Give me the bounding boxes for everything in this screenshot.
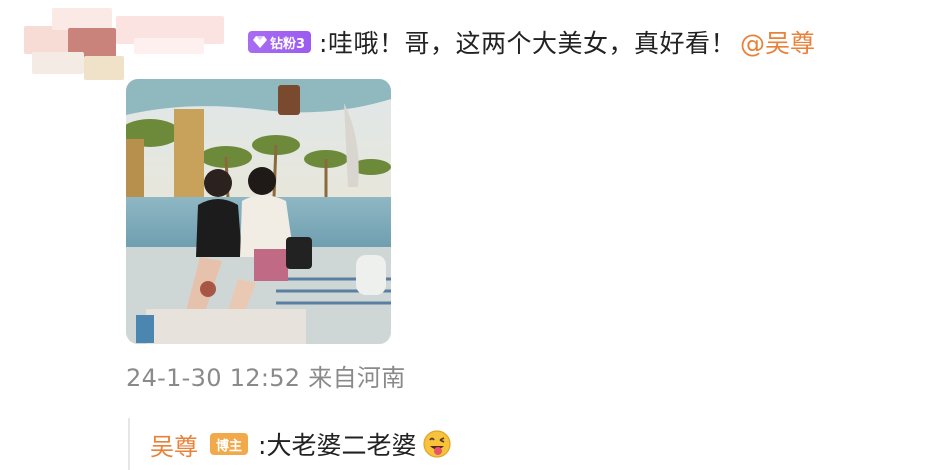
comment-photo[interactable] — [126, 79, 391, 344]
comment-timestamp: 24-1-30 12:52 来自河南 — [126, 364, 406, 392]
owner-badge: 博主 — [210, 433, 249, 455]
comment-line: 钻粉3 :哇哦！哥，这两个大美女，真好看！ @吴尊 — [248, 22, 815, 62]
blurred-username — [24, 8, 244, 88]
reply-item: 吴尊 博主 :大老婆二老婆 — [128, 418, 452, 470]
reply-text: :大老婆二老婆 — [258, 431, 417, 460]
photo-image — [126, 79, 391, 344]
diamond-icon — [253, 36, 267, 48]
tongue-out-emoji-icon — [423, 430, 452, 458]
comment-text: :哇哦！哥，这两个大美女，真好看！ — [319, 29, 736, 58]
mention-link[interactable]: @吴尊 — [740, 24, 815, 60]
fan-badge-label: 钻粉3 — [270, 36, 306, 52]
reply-author[interactable]: 吴尊 — [150, 427, 198, 462]
fan-badge[interactable]: 钻粉3 — [248, 31, 312, 53]
